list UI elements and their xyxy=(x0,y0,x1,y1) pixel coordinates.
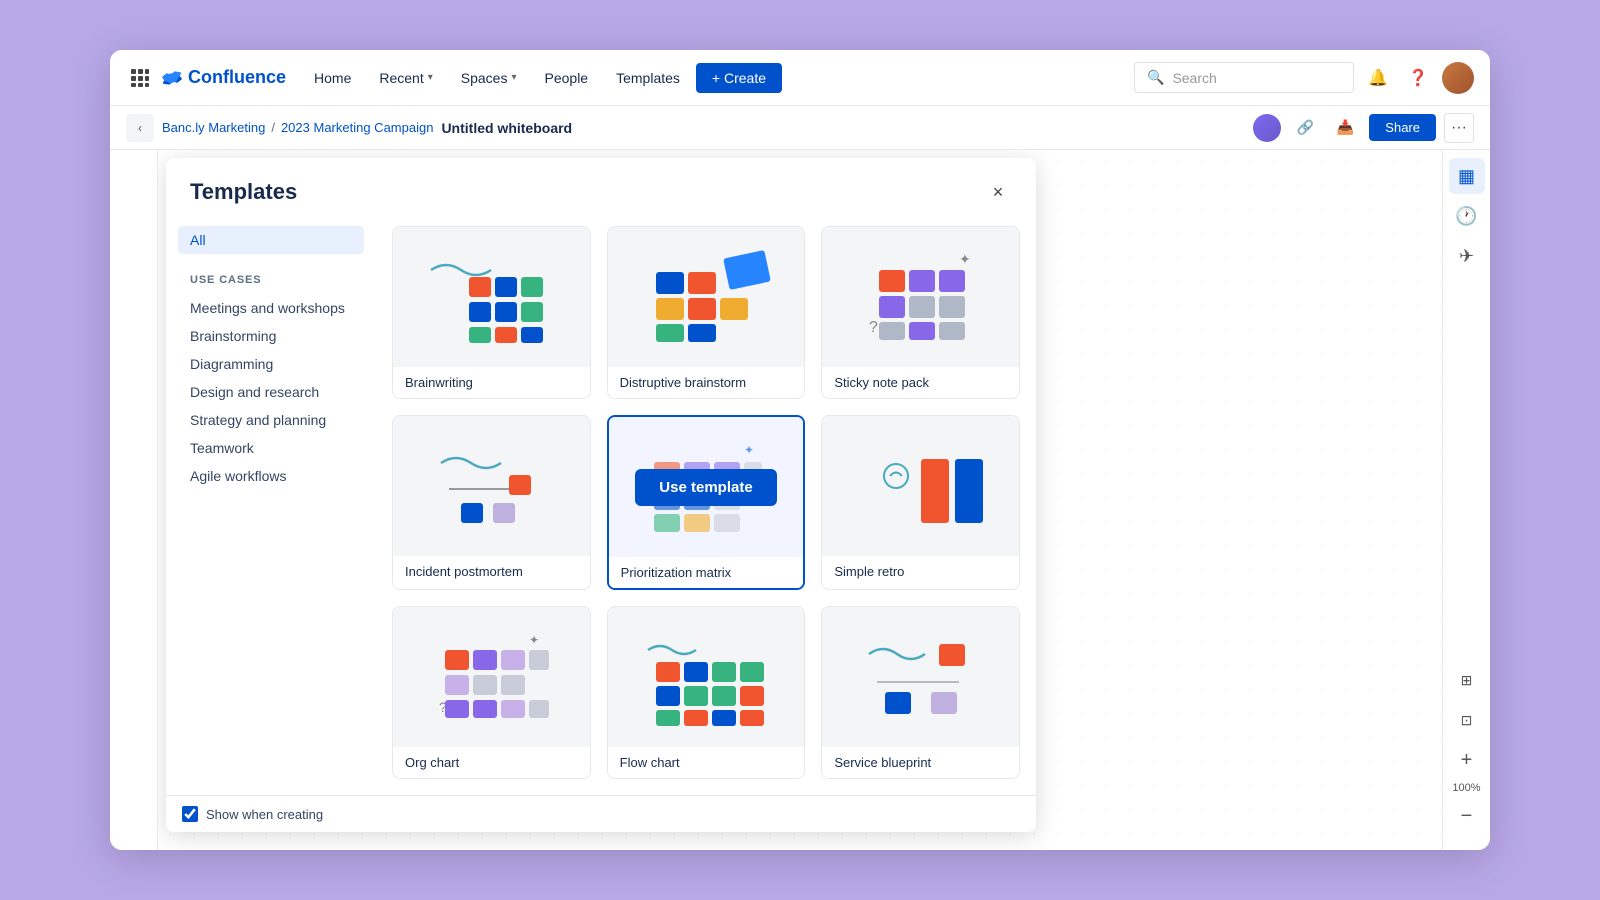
recent-chevron-icon: ▾ xyxy=(428,72,433,83)
share-link-icon[interactable]: 🔗 xyxy=(1289,112,1321,144)
template-label-org-chart: Org chart xyxy=(393,747,590,778)
breadcrumb-parent2[interactable]: 2023 Marketing Campaign xyxy=(281,120,433,135)
zoom-level: 100% xyxy=(1452,782,1480,794)
filter-brainstorming[interactable]: Brainstorming xyxy=(178,322,364,350)
nav-home[interactable]: Home xyxy=(302,64,363,92)
search-placeholder: Search xyxy=(1172,70,1216,86)
left-sidebar xyxy=(110,150,158,850)
use-template-button[interactable]: Use template xyxy=(635,469,776,506)
show-when-creating-checkbox[interactable] xyxy=(182,806,198,822)
nav-templates[interactable]: Templates xyxy=(604,64,692,92)
template-card-distruptive[interactable]: Distruptive brainstorm xyxy=(607,226,806,399)
use-template-overlay: Use template xyxy=(609,417,804,557)
template-card-prioritization[interactable]: ✦ xyxy=(607,415,806,590)
template-grid: Brainwriting xyxy=(392,226,1020,779)
sidebar-toggle-icon[interactable]: ‹ xyxy=(126,114,154,142)
spaces-chevron-icon: ▾ xyxy=(511,72,516,83)
avatar[interactable] xyxy=(1442,62,1474,94)
template-label-flow-chart: Flow chart xyxy=(608,747,805,778)
nav-links: Home Recent ▾ Spaces ▾ People Templates … xyxy=(302,63,1126,93)
zoom-in-icon[interactable]: + xyxy=(1449,742,1485,778)
template-card-simple-retro[interactable]: Simple retro xyxy=(821,415,1020,590)
template-thumb-brainwriting xyxy=(393,227,590,367)
breadcrumb-separator: / xyxy=(271,120,275,135)
clock-icon[interactable]: 🕐 xyxy=(1449,198,1485,234)
collaborator-avatar xyxy=(1253,114,1281,142)
template-thumb-flow-chart xyxy=(608,607,805,747)
nav-people[interactable]: People xyxy=(533,64,601,92)
template-thumb-prioritization: ✦ xyxy=(609,417,804,557)
template-thumb-simple-retro xyxy=(822,416,1019,556)
filter-diagramming[interactable]: Diagramming xyxy=(178,350,364,378)
modal-title: Templates xyxy=(190,179,297,205)
breadcrumb-parent1[interactable]: Banc.ly Marketing xyxy=(162,120,265,135)
grid-icon[interactable] xyxy=(126,64,154,92)
app-window: Confluence Home Recent ▾ Spaces ▾ People… xyxy=(110,50,1490,850)
insert-icon[interactable]: 📥 xyxy=(1329,112,1361,144)
svg-text:✦: ✦ xyxy=(959,251,971,267)
template-thumb-sticky: ✦ ? xyxy=(822,227,1019,367)
share-button[interactable]: Share xyxy=(1369,114,1436,141)
right-sidebar: ▦ 🕐 ✈ ⊞ ⊡ + 100% − xyxy=(1442,150,1490,850)
template-card-service-blueprint[interactable]: Service blueprint xyxy=(821,606,1020,779)
template-card-org-chart[interactable]: ✦ ? xyxy=(392,606,591,779)
filter-teamwork[interactable]: Teamwork xyxy=(178,434,364,462)
right-sidebar-bottom: ⊞ ⊡ + 100% − xyxy=(1449,662,1485,842)
main-area: Templates × All USE CASES Meetings and w… xyxy=(110,150,1490,850)
confluence-logo[interactable]: Confluence xyxy=(162,67,286,88)
nav-recent[interactable]: Recent ▾ xyxy=(367,64,444,92)
pointer-icon[interactable]: ✈ xyxy=(1449,238,1485,274)
template-card-brainwriting[interactable]: Brainwriting xyxy=(392,226,591,399)
fit-selection-icon[interactable]: ⊡ xyxy=(1449,702,1485,738)
filter-all[interactable]: All xyxy=(178,226,364,254)
template-card-flow-chart[interactable]: Flow chart xyxy=(607,606,806,779)
fit-content-icon[interactable]: ⊞ xyxy=(1449,662,1485,698)
modal-content: Brainwriting xyxy=(376,218,1036,795)
search-icon: 🔍 xyxy=(1147,69,1164,86)
template-thumb-org-chart: ✦ ? xyxy=(393,607,590,747)
app-name: Confluence xyxy=(188,67,286,88)
help-icon[interactable]: ❓ xyxy=(1402,62,1434,94)
breadcrumb-bar: ‹ Banc.ly Marketing / 2023 Marketing Cam… xyxy=(110,106,1490,150)
canvas-area: Templates × All USE CASES Meetings and w… xyxy=(158,150,1442,850)
panel-icon[interactable]: ▦ xyxy=(1449,158,1485,194)
filter-meetings-workshops[interactable]: Meetings and workshops xyxy=(178,294,364,322)
svg-text:?: ? xyxy=(869,319,878,336)
notifications-icon[interactable]: 🔔 xyxy=(1362,62,1394,94)
breadcrumb: Banc.ly Marketing / 2023 Marketing Campa… xyxy=(162,120,433,135)
template-label-prioritization: Prioritization matrix xyxy=(609,557,804,588)
template-label-simple-retro: Simple retro xyxy=(822,556,1019,587)
template-label-brainwriting: Brainwriting xyxy=(393,367,590,398)
modal-close-button[interactable]: × xyxy=(984,178,1012,206)
template-card-sticky[interactable]: ✦ ? xyxy=(821,226,1020,399)
template-thumb-distruptive xyxy=(608,227,805,367)
template-label-distruptive: Distruptive brainstorm xyxy=(608,367,805,398)
more-options-button[interactable]: ··· xyxy=(1444,113,1474,143)
modal-sidebar: All USE CASES Meetings and workshops Bra… xyxy=(166,218,376,795)
nav-right: 🔍 Search 🔔 ❓ xyxy=(1134,62,1474,94)
template-card-incident[interactable]: Incident postmortem xyxy=(392,415,591,590)
page-title: Untitled whiteboard xyxy=(441,120,572,136)
zoom-out-icon[interactable]: − xyxy=(1449,798,1485,834)
filter-strategy-planning[interactable]: Strategy and planning xyxy=(178,406,364,434)
breadcrumb-actions: 🔗 📥 Share ··· xyxy=(1253,112,1474,144)
modal-header: Templates × xyxy=(166,158,1036,218)
top-nav: Confluence Home Recent ▾ Spaces ▾ People… xyxy=(110,50,1490,106)
template-thumb-service-blueprint xyxy=(822,607,1019,747)
template-label-incident: Incident postmortem xyxy=(393,556,590,587)
template-label-sticky: Sticky note pack xyxy=(822,367,1019,398)
template-thumb-incident xyxy=(393,416,590,556)
template-label-service-blueprint: Service blueprint xyxy=(822,747,1019,778)
filter-design-research[interactable]: Design and research xyxy=(178,378,364,406)
show-when-creating-label[interactable]: Show when creating xyxy=(206,807,323,822)
create-button[interactable]: + Create xyxy=(696,63,782,93)
modal-body: All USE CASES Meetings and workshops Bra… xyxy=(166,218,1036,795)
modal-footer: Show when creating xyxy=(166,795,1036,832)
search-box[interactable]: 🔍 Search xyxy=(1134,62,1354,93)
filter-agile-workflows[interactable]: Agile workflows xyxy=(178,462,364,490)
nav-spaces[interactable]: Spaces ▾ xyxy=(449,64,529,92)
svg-text:✦: ✦ xyxy=(529,633,539,647)
template-modal: Templates × All USE CASES Meetings and w… xyxy=(166,158,1036,832)
use-cases-label: USE CASES xyxy=(178,270,364,290)
